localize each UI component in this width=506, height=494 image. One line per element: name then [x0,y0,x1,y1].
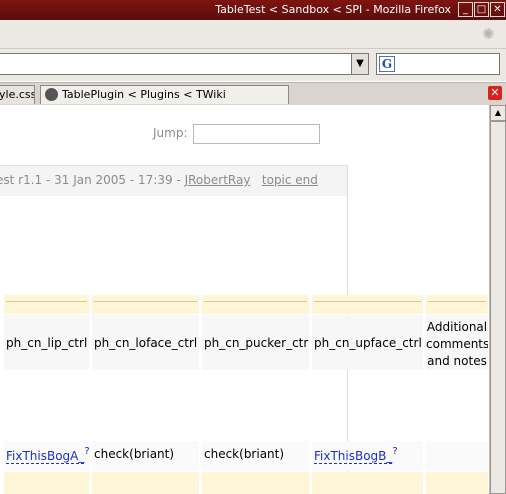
table-footer-cell [202,472,309,494]
column-header-upface: ph_cn_upface_ctrl [312,315,423,370]
topic-end-link[interactable]: topic end [262,173,318,187]
vertical-scrollbar[interactable]: ▲ [489,105,506,494]
revision-text: est r1.1 - 31 Jan 2005 - 17:39 - [0,173,185,187]
table-header-cell [426,295,488,314]
close-window-button[interactable]: ✕ [490,2,505,17]
url-input[interactable] [0,53,368,75]
search-engine-icon[interactable]: G [379,56,395,72]
column-header-notes: Additional comments and notes [426,315,488,370]
table-header-cell [312,295,423,314]
search-input[interactable]: G [376,53,500,75]
table-header-cell [92,295,199,314]
tab-tableplugin[interactable]: TablePlugin < Plugins < TWiki [40,85,289,104]
table-header-cell [4,295,89,314]
revision-info: est r1.1 - 31 Jan 2005 - 17:39 - JRobert… [0,173,318,187]
author-link[interactable]: JRobertRay [185,173,251,187]
page-favicon-icon [45,87,58,101]
tab-label: TablePlugin < Plugins < TWiki [62,88,226,101]
tab-bar: yle.css TablePlugin < Plugins < TWiki [0,82,506,106]
window-titlebar[interactable]: TableTest < Sandbox < SPI - Mozilla Fire… [0,0,506,20]
jump-label: Jump: [153,126,188,140]
throbber-icon: ✺ [482,25,495,43]
table-footer-cell [426,472,488,494]
column-header-lip: ph_cn_lip_ctrl [4,315,89,370]
window-title: TableTest < Sandbox < SPI - Mozilla Fire… [215,3,451,16]
tab-label: yle.css [0,88,35,101]
jump-input[interactable] [193,124,320,144]
table-cell: FixThisBogA_? [4,441,89,471]
navigation-toolbar: ✺ [0,20,506,49]
scroll-up-icon[interactable]: ▲ [490,105,506,121]
table-footer-cell [4,472,89,494]
wiki-link[interactable]: FixThisBogB_ [314,449,393,464]
page-content: Jump: est r1.1 - 31 Jan 2005 - 17:39 - J… [0,105,489,494]
table-cell [426,441,488,471]
table-header-cell [202,295,309,314]
minimize-button[interactable]: _ [458,2,473,17]
wiki-create-link[interactable]: ? [84,446,89,457]
column-header-loface: ph_cn_loface_ctrl [92,315,199,370]
close-tab-icon[interactable]: ✕ [488,86,502,100]
column-header-pucker: ph_cn_pucker_ctrl [202,315,309,370]
table-cell: check(briant) [92,441,199,471]
revision-bar: est r1.1 - 31 Jan 2005 - 17:39 - JRobert… [0,165,347,196]
wiki-create-link[interactable]: ? [392,446,397,457]
tab-stylesheet[interactable]: yle.css [0,85,35,104]
table-footer-cell [92,472,199,494]
maximize-button[interactable]: □ [474,2,489,17]
table-footer-cell [312,472,423,494]
scrollbar-thumb[interactable] [490,121,506,494]
table-cell: check(briant) [202,441,309,471]
url-dropdown-button[interactable]: ▼ [351,53,369,75]
table-cell: FixThisBogB_? [312,441,423,471]
wiki-link[interactable]: FixThisBogA_ [6,449,85,464]
